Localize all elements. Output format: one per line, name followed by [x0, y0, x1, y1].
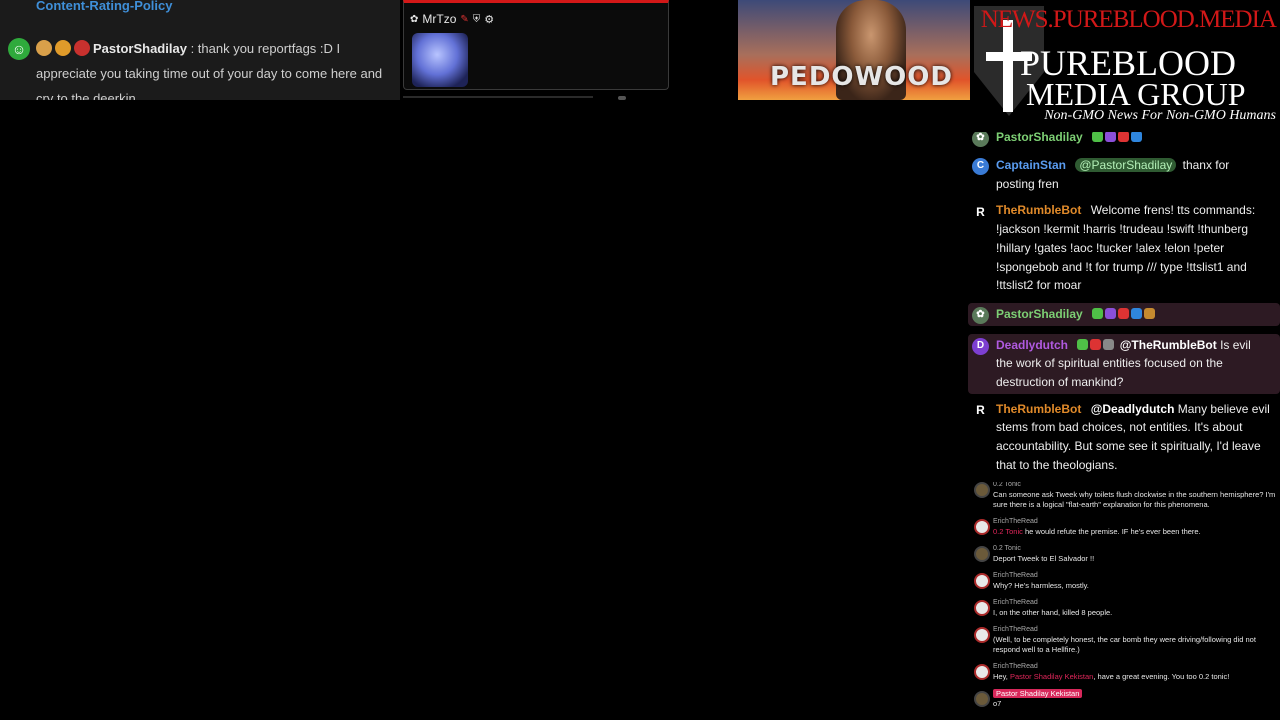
chat-username[interactable]: ErichTheRead	[993, 598, 1280, 608]
scroll-indicator	[618, 96, 626, 100]
chat-message: 0.2 Tonic Can someone ask Tweek why toil…	[968, 482, 1280, 510]
video-caption: PEDOWOOD	[770, 62, 953, 92]
chat-message: C CaptainStan @PastorShadilay thanx for …	[968, 154, 1280, 195]
chat-message: D Deadlydutch @TheRumbleBot Is evil the …	[968, 333, 1280, 394]
emote-image	[412, 33, 468, 87]
chat-message: Pastor Shadilay Kekistan o7	[968, 689, 1280, 709]
chat-message-text: Can someone ask Tweek why toilets flush …	[993, 490, 1276, 509]
chat-username[interactable]: PastorShadilay	[93, 41, 187, 56]
user-avatar[interactable]	[974, 519, 990, 535]
chat-message-text: Why? He's harmless, mostly.	[993, 581, 1089, 590]
chat-message: ErichTheRead Why? He's harmless, mostly.	[968, 571, 1280, 591]
chat-username[interactable]: 0.2 Tonic	[993, 544, 1280, 554]
badge-icon	[1144, 307, 1156, 319]
badge-icon	[1090, 338, 1102, 350]
shield-icon: ⛨	[472, 13, 481, 25]
badge-icon	[1092, 132, 1104, 142]
chat-username[interactable]: Deadlydutch	[996, 338, 1068, 352]
mention-text[interactable]: Pastor Shadilay Kekistan	[1010, 672, 1093, 681]
mention-text[interactable]: 0.2 Tonic	[993, 527, 1023, 536]
badge-icon	[1092, 307, 1104, 319]
card-username[interactable]: MrTzo	[422, 12, 456, 26]
badge-icon	[1105, 307, 1117, 319]
chat-username[interactable]: CaptainStan	[996, 158, 1066, 172]
user-avatar[interactable]	[974, 482, 990, 498]
user-avatar[interactable]: D	[972, 337, 989, 355]
secondary-chat: 0.2 Tonic Can someone ask Tweek why toil…	[968, 482, 1280, 720]
chat-message: ErichTheRead I, on the other hand, kille…	[968, 598, 1280, 618]
badge-icon	[1103, 338, 1115, 350]
chat-message-text: , have a great evening. You too 0.2 toni…	[1093, 672, 1230, 681]
chat-username[interactable]: 0.2 Tonic	[993, 482, 1280, 490]
divider	[403, 96, 593, 98]
chat-message: ✿ PastorShadilay	[968, 302, 1280, 326]
badge-icon	[1118, 307, 1130, 319]
chat-username[interactable]: ErichTheRead	[993, 662, 1280, 672]
badge-icon	[1131, 132, 1143, 142]
badge-icon	[36, 40, 52, 56]
top-left-chat-panel: Content-Rating-Policy ☺ PastorShadilay :…	[0, 0, 400, 100]
card-header: ✿ MrTzo ✎ ⛨ ⚙	[410, 12, 494, 26]
chat-message: ErichTheRead Hey, Pastor Shadilay Kekist…	[968, 662, 1280, 682]
bot-avatar[interactable]: R	[972, 402, 989, 419]
chat-message: ✿ PastorShadilay	[968, 132, 1280, 147]
chat-message-text: Deport Tweek to El Salvador !!	[993, 554, 1095, 563]
user-avatar[interactable]: ☺	[8, 38, 30, 60]
user-avatar[interactable]	[974, 627, 990, 643]
mention-text[interactable]: @TheRumbleBot	[1120, 338, 1217, 352]
chat-message: R TheRumbleBot Welcome frens! tts comman…	[968, 199, 1280, 297]
video-thumbnail[interactable]: PEDOWOOD	[738, 0, 970, 100]
chat-message: ErichTheRead (Well, to be completely hon…	[968, 625, 1280, 655]
live-chat: ✿ PastorShadilay C CaptainStan @PastorSh…	[968, 132, 1280, 482]
content-rating-policy-link[interactable]: Content-Rating-Policy	[36, 0, 173, 13]
mention-chip[interactable]: @PastorShadilay	[1075, 158, 1177, 172]
badge-icon	[1118, 132, 1130, 142]
badge-icon	[74, 40, 90, 56]
chat-username[interactable]: TheRumbleBot	[996, 402, 1081, 416]
chat-username[interactable]: Pastor Shadilay Kekistan	[993, 689, 1083, 698]
user-avatar[interactable]: ✿	[972, 132, 989, 147]
mention-text[interactable]: @Deadlydutch	[1091, 402, 1175, 416]
user-avatar[interactable]	[974, 546, 990, 562]
logo-tagline: Non-GMO News For Non-GMO Humans	[1044, 108, 1276, 123]
chat-username[interactable]: PastorShadilay	[996, 132, 1083, 144]
user-avatar[interactable]	[974, 600, 990, 616]
user-avatar[interactable]: ✿	[972, 306, 989, 324]
chat-message-text: (Well, to be completely honest, the car …	[993, 635, 1256, 654]
badge-icon	[1105, 132, 1117, 142]
badge-icon	[55, 40, 71, 56]
chat-username[interactable]: TheRumbleBot	[996, 203, 1081, 217]
chat-message: ErichTheRead 0.2 Tonic he would refute t…	[968, 517, 1280, 537]
chat-message: R TheRumbleBot @Deadlydutch Many believe…	[968, 398, 1280, 477]
user-avatar[interactable]	[974, 691, 990, 707]
chat-message-text: I, on the other hand, killed 8 people.	[993, 608, 1113, 617]
avatar-icon: ✿	[410, 13, 419, 25]
chat-username[interactable]: ErichTheRead	[993, 625, 1280, 635]
pencil-icon: ✎	[460, 13, 469, 25]
chat-username[interactable]: PastorShadilay	[996, 307, 1083, 321]
bot-avatar[interactable]: R	[972, 203, 989, 220]
chat-message: 0.2 Tonic Deport Tweek to El Salvador !!	[968, 544, 1280, 564]
chat-message-text: o7	[993, 699, 1002, 708]
chat-username[interactable]: ErichTheRead	[993, 517, 1280, 527]
chat-username[interactable]: ErichTheRead	[993, 571, 1280, 581]
pureblood-logo: NEWS.PUREBLOOD.MEDIA PUREBLOOD MEDIA GRO…	[970, 0, 1280, 132]
user-avatar[interactable]: C	[972, 158, 989, 175]
user-avatar[interactable]	[974, 573, 990, 589]
logo-url: NEWS.PUREBLOOD.MEDIA	[980, 6, 1277, 33]
badge-icon	[1131, 307, 1143, 319]
user-avatar[interactable]	[974, 664, 990, 680]
chat-message: ☺ PastorShadilay : thank you reportfags …	[8, 36, 388, 100]
badge-icon	[1077, 338, 1089, 350]
chat-message-text: he would refute the premise. IF he's eve…	[1024, 527, 1201, 536]
user-message-card: ✿ MrTzo ✎ ⛨ ⚙	[403, 0, 669, 90]
chat-message-prefix: Hey,	[993, 672, 1008, 681]
gear-icon[interactable]: ⚙	[484, 13, 494, 26]
